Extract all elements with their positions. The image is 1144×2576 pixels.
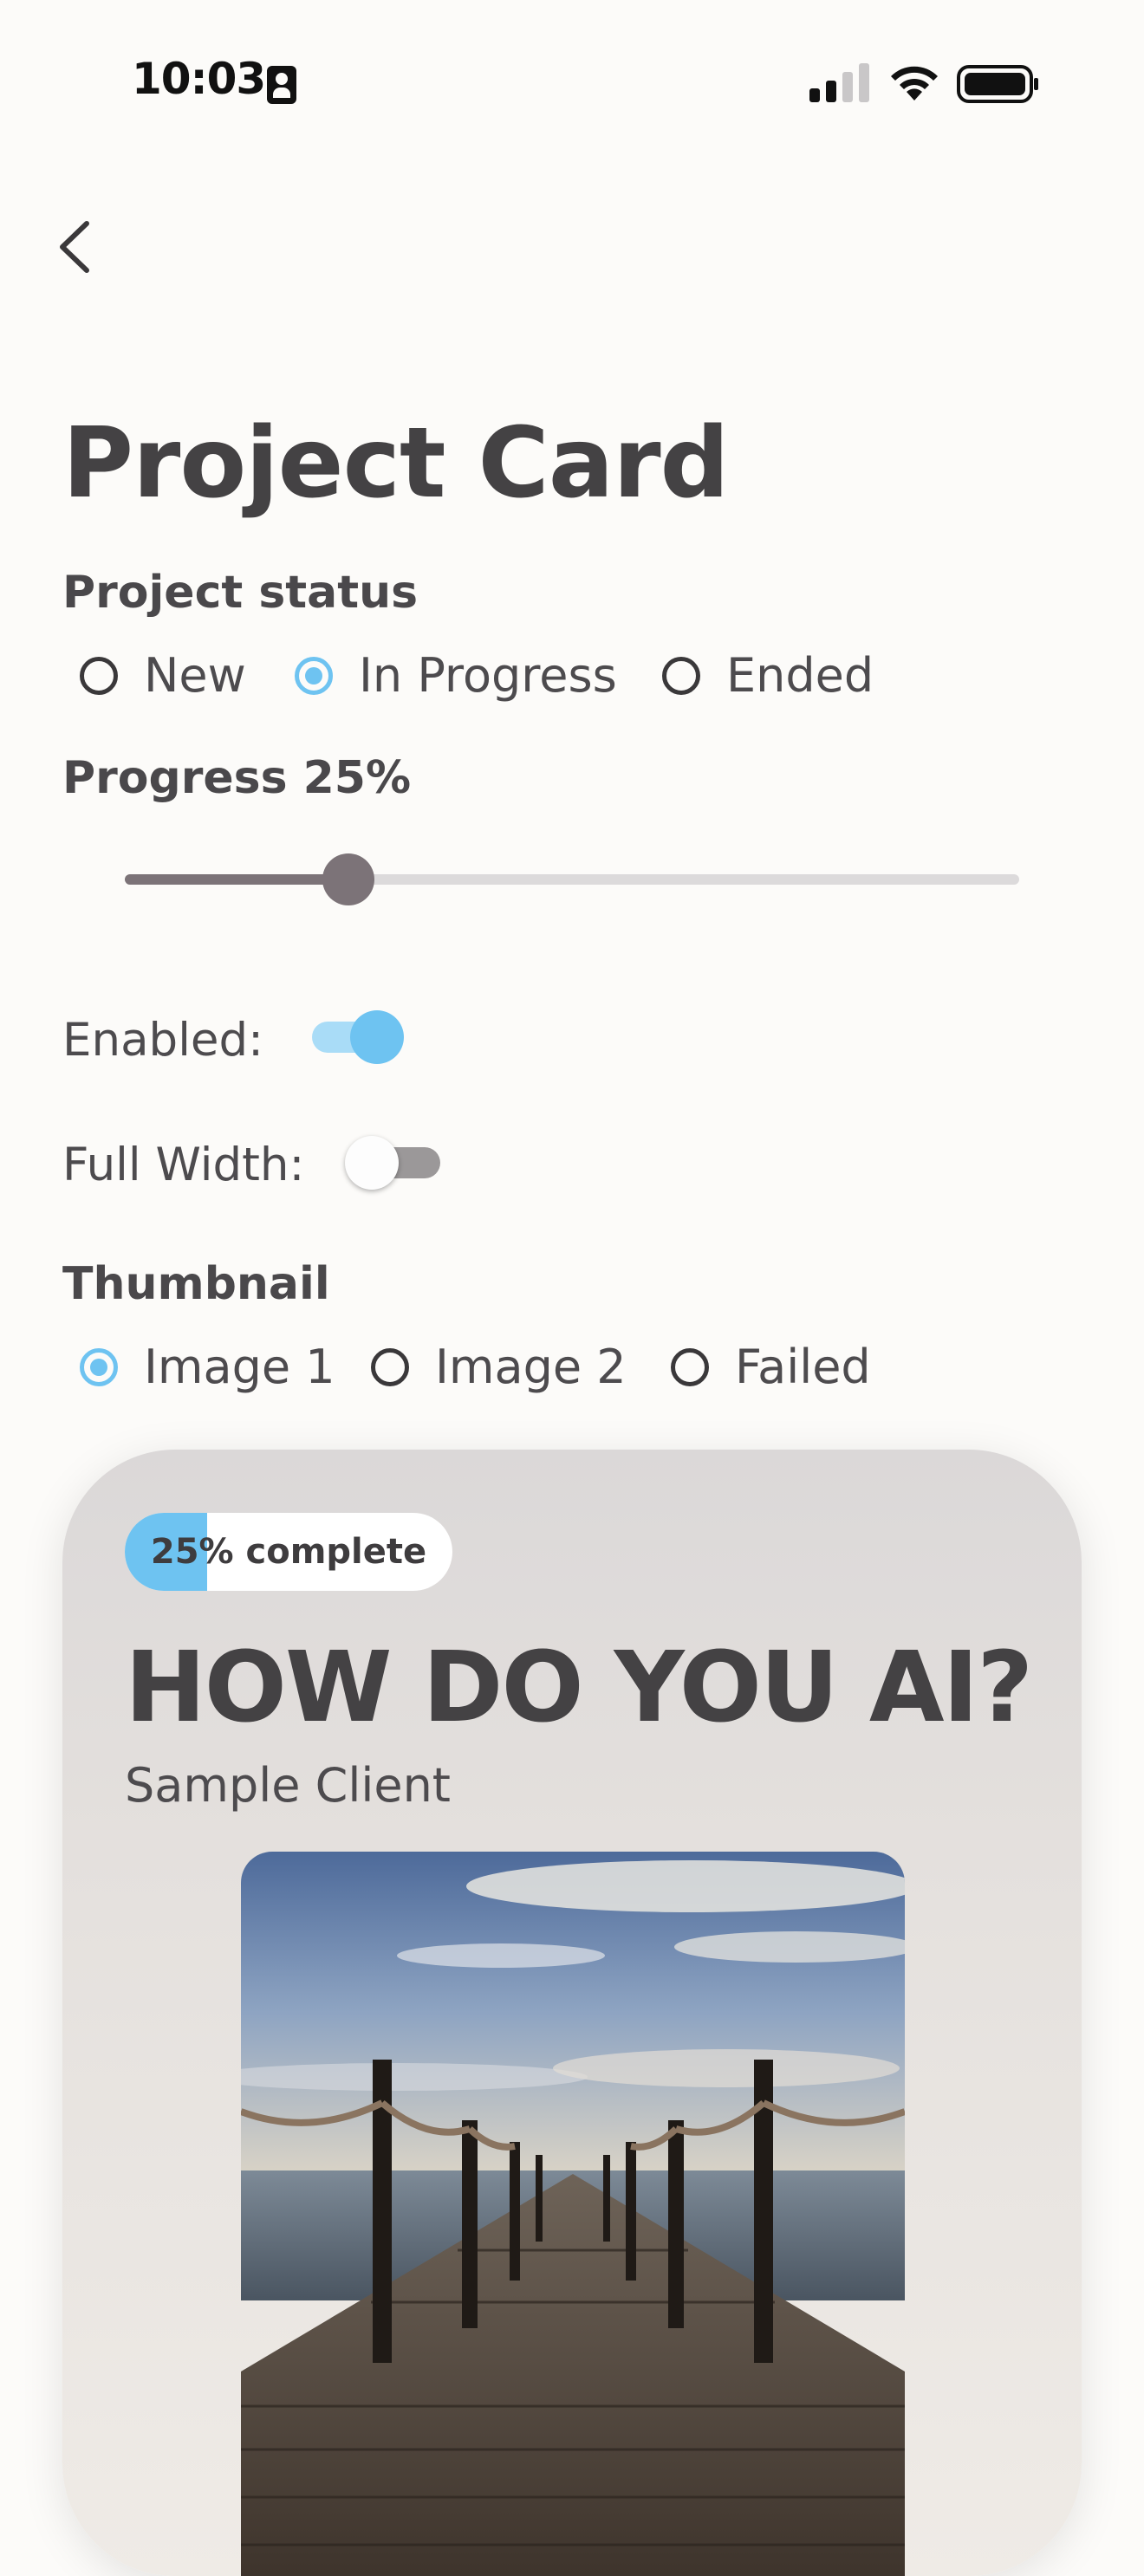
radio-icon	[371, 1347, 409, 1386]
page-title: Project Card	[62, 407, 730, 520]
thumbnail-label: Thumbnail	[62, 1258, 330, 1310]
enabled-toggle[interactable]	[310, 1010, 406, 1064]
progress-slider-fill	[125, 874, 348, 885]
status-option-new[interactable]: New	[80, 648, 246, 703]
back-button[interactable]	[54, 218, 97, 276]
status-time: 10:03	[132, 54, 266, 104]
full-width-toggle[interactable]	[345, 1136, 442, 1190]
progress-label: Progress 25%	[62, 752, 412, 804]
chevron-left-icon	[60, 221, 89, 273]
card-client: Sample Client	[125, 1758, 451, 1813]
thumbnail-option-failed[interactable]: Failed	[671, 1340, 871, 1394]
enabled-label: Enabled:	[62, 1014, 264, 1067]
option-label: Failed	[735, 1340, 871, 1394]
progress-badge: 25% complete	[125, 1513, 452, 1591]
thumbnail-option-image-2[interactable]: Image 2	[371, 1340, 627, 1394]
thumbnail-option-image-1[interactable]: Image 1	[80, 1340, 335, 1394]
project-card[interactable]: 25% complete HOW DO YOU AI? Sample Clien…	[62, 1450, 1082, 2576]
radio-icon	[80, 656, 118, 695]
status-option-ended[interactable]: Ended	[662, 648, 874, 703]
progress-slider-thumb[interactable]	[322, 853, 374, 905]
full-width-label: Full Width:	[62, 1139, 305, 1191]
radio-icon	[662, 656, 700, 695]
radio-selected-icon	[295, 656, 333, 695]
id-badge-icon	[267, 66, 296, 104]
cellular-signal-icon	[809, 63, 869, 102]
battery-icon	[957, 65, 1038, 103]
wifi-icon	[891, 66, 938, 101]
option-label: Ended	[726, 648, 874, 703]
option-label: In Progress	[359, 648, 617, 703]
status-bar: 10:03	[0, 0, 1144, 139]
option-label: New	[144, 648, 246, 703]
status-option-in-progress[interactable]: In Progress	[295, 648, 617, 703]
option-label: Image 2	[435, 1340, 627, 1394]
progress-badge-text: 25% complete	[150, 1532, 427, 1572]
card-title: HOW DO YOU AI?	[125, 1632, 1033, 1744]
toggle-knob	[350, 1010, 404, 1064]
radio-selected-icon	[80, 1347, 118, 1386]
option-label: Image 1	[144, 1340, 335, 1394]
radio-icon	[671, 1347, 709, 1386]
toggle-knob	[345, 1136, 399, 1190]
thumbnail-image	[241, 1852, 905, 2576]
project-status-label: Project status	[62, 567, 419, 619]
